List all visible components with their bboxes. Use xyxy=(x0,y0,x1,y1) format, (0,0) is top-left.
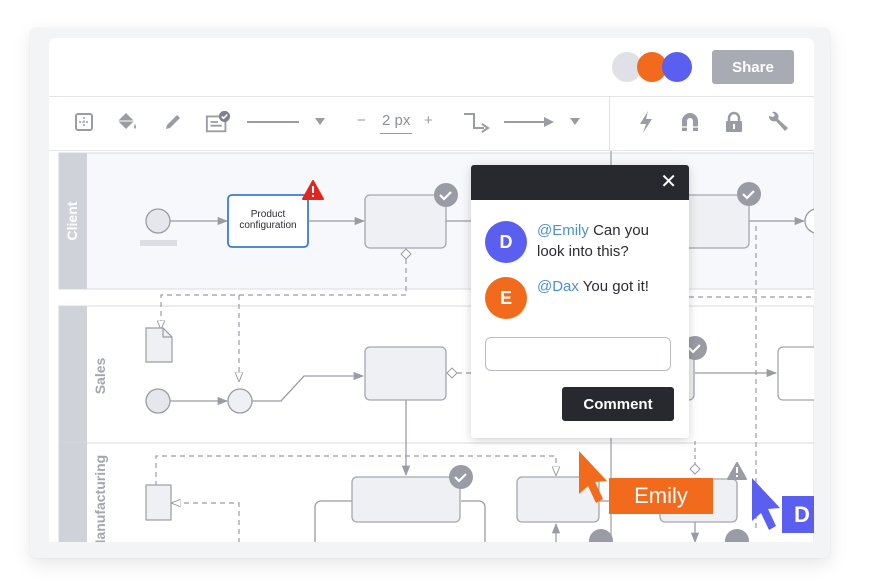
collaborator-avatars xyxy=(612,52,692,82)
task-client-3[interactable] xyxy=(678,194,750,249)
comment-submit-button[interactable]: Comment xyxy=(562,387,674,421)
line-style-selector[interactable] xyxy=(247,109,299,135)
top-bar: Share xyxy=(49,38,814,97)
pencil-icon[interactable] xyxy=(160,109,186,135)
arrow-style-dropdown-icon[interactable] xyxy=(562,109,588,135)
format-check-icon[interactable] xyxy=(205,109,231,135)
data-store[interactable] xyxy=(145,484,172,521)
avatar: E xyxy=(485,277,527,319)
comment-text: @Dax You got it! xyxy=(537,276,677,297)
mention-link[interactable]: @Dax xyxy=(537,278,579,295)
stroke-width-input[interactable]: 2 px xyxy=(380,112,413,134)
lane-label-manufacturing: Manufacturing xyxy=(92,455,108,542)
select-frame-icon[interactable] xyxy=(71,109,97,135)
comment-popup: ✕ D @Emily Can you look into this? E @Da… xyxy=(471,165,689,438)
task-manufacturing-1[interactable] xyxy=(351,476,461,523)
document-icon[interactable] xyxy=(145,327,173,363)
start-event-sales[interactable] xyxy=(145,388,171,414)
stroke-increase-button[interactable]: + xyxy=(424,112,433,129)
check-badge-icon xyxy=(434,183,458,207)
mention-link[interactable]: @Emily xyxy=(537,222,589,239)
wrench-icon[interactable] xyxy=(765,109,791,135)
line-style-dropdown-icon[interactable] xyxy=(307,109,333,135)
intermediate-event-sales[interactable] xyxy=(227,388,253,414)
toolbar-divider xyxy=(609,97,610,150)
diagram-app: Share − 2 px + Client Sales Manufacturin… xyxy=(49,38,814,542)
check-badge-icon xyxy=(737,182,761,206)
start-event-label-placeholder xyxy=(140,240,177,246)
toolbar: − 2 px + xyxy=(49,97,814,151)
magnet-icon[interactable] xyxy=(677,109,703,135)
comment-message: D @Emily Can you look into this? xyxy=(485,221,685,265)
comment-body: You got it! xyxy=(578,278,649,295)
close-icon[interactable]: ✕ xyxy=(660,171,677,193)
avatar-dax[interactable] xyxy=(662,52,692,82)
share-button[interactable]: Share xyxy=(712,50,794,84)
lock-icon[interactable] xyxy=(721,109,747,135)
cursor-dax-tag: D xyxy=(782,496,814,533)
comment-input[interactable] xyxy=(485,337,671,371)
comment-text: @Emily Can you look into this? xyxy=(537,220,677,262)
comment-popup-header: ✕ xyxy=(471,165,689,200)
task-client-2[interactable] xyxy=(364,194,447,249)
stroke-decrease-button[interactable]: − xyxy=(357,112,366,129)
fill-bucket-icon[interactable] xyxy=(114,109,140,135)
task-sales-1[interactable] xyxy=(364,346,447,401)
lane-label-sales: Sales xyxy=(92,357,108,394)
cursor-emily-tag: Emily xyxy=(609,478,713,514)
check-badge-icon xyxy=(449,465,473,489)
task-label-line1: Product xyxy=(251,209,286,220)
elbow-connector-icon[interactable] xyxy=(462,109,490,135)
lane-label-client: Client xyxy=(64,201,80,240)
lightning-icon[interactable] xyxy=(633,109,659,135)
task-sales-3[interactable] xyxy=(777,346,814,401)
task-label-line2: configuration xyxy=(239,220,296,231)
arrow-style-selector[interactable] xyxy=(504,109,556,135)
start-event-client[interactable] xyxy=(145,208,171,234)
comment-message: E @Dax You got it! xyxy=(485,277,685,321)
avatar: D xyxy=(485,221,527,263)
